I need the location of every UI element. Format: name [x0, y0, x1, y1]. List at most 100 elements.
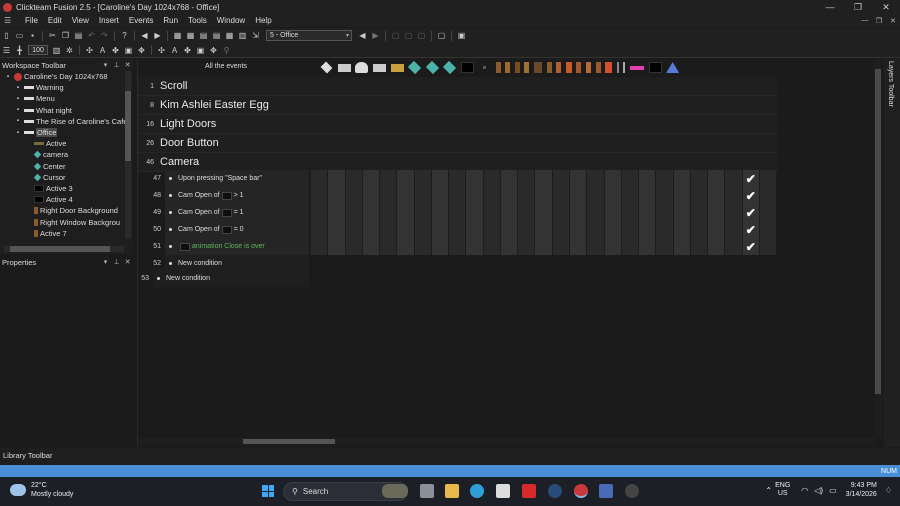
- battery-icon[interactable]: ▭: [829, 486, 837, 495]
- action-cell[interactable]: [465, 187, 483, 204]
- properties-pin-icon[interactable]: ⊥: [111, 258, 122, 266]
- action-cell[interactable]: [482, 221, 500, 238]
- action-cell[interactable]: [361, 187, 380, 204]
- pink-bar-object-icon[interactable]: [629, 65, 644, 70]
- menu-item-edit[interactable]: Edit: [43, 16, 67, 25]
- door-object-icon-6[interactable]: [556, 62, 562, 73]
- search-highlight-icon[interactable]: [382, 484, 408, 498]
- action-checkmark-icon[interactable]: ✔: [741, 170, 759, 187]
- action-cell[interactable]: [327, 170, 345, 187]
- action-cell[interactable]: [482, 170, 500, 187]
- hamburger-icon[interactable]: ☰: [4, 16, 14, 25]
- action-cell[interactable]: [430, 221, 449, 238]
- frame-dropdown[interactable]: 5 - Office ▾: [266, 30, 352, 41]
- storyboard-controls-icon[interactable]: ▥: [238, 31, 248, 41]
- action-cell[interactable]: [448, 238, 466, 255]
- expand-icon[interactable]: ▪: [14, 95, 22, 102]
- doc-restore-button[interactable]: ❐: [872, 17, 886, 25]
- run-icon[interactable]: ⇲: [251, 31, 261, 41]
- action-cell[interactable]: [758, 221, 777, 238]
- action-cell[interactable]: [327, 204, 345, 221]
- action-cell[interactable]: [586, 204, 604, 221]
- tree-item[interactable]: Active 3: [0, 183, 133, 194]
- event-line[interactable]: 51 animation Close is over ✔: [138, 238, 777, 255]
- action-cell[interactable]: [655, 238, 673, 255]
- action-cell[interactable]: [517, 221, 535, 238]
- file-explorer-icon[interactable]: [445, 484, 459, 498]
- cut-icon[interactable]: ✂: [48, 31, 58, 41]
- clickteam-taskbar-icon[interactable]: [574, 484, 588, 498]
- save-icon[interactable]: ▪: [28, 31, 38, 41]
- keyboard-icon[interactable]: [337, 63, 351, 72]
- tree-item[interactable]: ▪ What night: [0, 105, 133, 116]
- maximize-button[interactable]: ❐: [844, 2, 872, 13]
- door-object-icon-7[interactable]: [576, 62, 582, 73]
- tree-item[interactable]: ▪ Menu: [0, 93, 133, 104]
- action-cell[interactable]: [361, 238, 380, 255]
- action-cell[interactable]: [724, 187, 742, 204]
- action-cell[interactable]: [551, 238, 569, 255]
- action-cell[interactable]: [551, 204, 569, 221]
- expand-icon[interactable]: ▪: [14, 107, 22, 114]
- camera-object-icon[interactable]: [408, 60, 422, 75]
- task-view-icon[interactable]: [420, 484, 434, 498]
- action-cell[interactable]: [413, 221, 431, 238]
- action-cell[interactable]: [379, 204, 397, 221]
- undo-icon[interactable]: ↶: [87, 31, 97, 41]
- events-tool-icon[interactable]: ▣: [124, 45, 134, 55]
- pin-icon[interactable]: ⊥: [111, 61, 122, 69]
- new-file-icon[interactable]: ▯: [2, 31, 12, 41]
- tree-item[interactable]: ▪ Office: [0, 127, 133, 138]
- door-object-icon[interactable]: [495, 62, 501, 73]
- action-cell[interactable]: [672, 187, 690, 204]
- panel-close-icon[interactable]: ✕: [122, 61, 133, 69]
- action-cell[interactable]: [344, 187, 362, 204]
- action-cell[interactable]: [689, 170, 708, 187]
- small-object-icon[interactable]: [483, 66, 487, 69]
- action-cell[interactable]: [758, 170, 777, 187]
- action-cell[interactable]: [620, 221, 639, 238]
- action-cell[interactable]: [413, 238, 431, 255]
- grid-snap-icon[interactable]: ▢: [391, 31, 401, 41]
- condition-cell[interactable]: Cam Open of = 1: [165, 204, 309, 221]
- back-icon[interactable]: ◀: [140, 31, 150, 41]
- action-cell[interactable]: [379, 238, 397, 255]
- cursor-object-icon[interactable]: [443, 60, 457, 75]
- tree-item[interactable]: ▪ Warning: [0, 82, 133, 93]
- action-cell[interactable]: [344, 204, 362, 221]
- action-cell[interactable]: [758, 238, 777, 255]
- action-cell[interactable]: [586, 170, 604, 187]
- action-cell[interactable]: [327, 238, 345, 255]
- layout-icon[interactable]: ▥: [52, 45, 62, 55]
- action-cell[interactable]: [672, 238, 690, 255]
- action-cell[interactable]: [707, 238, 725, 255]
- forward-icon[interactable]: ▶: [153, 31, 163, 41]
- action-cell[interactable]: [396, 187, 414, 204]
- door-object-icon-3[interactable]: [514, 62, 520, 73]
- action-cell[interactable]: [499, 170, 518, 187]
- action-cell[interactable]: [534, 187, 552, 204]
- action-cell[interactable]: [534, 238, 552, 255]
- action-cell[interactable]: [396, 170, 414, 187]
- event-editor-icon[interactable]: ▤: [199, 31, 209, 41]
- action-cell[interactable]: [724, 204, 742, 221]
- event-line[interactable]: 50 Cam Open of = 0 ✔: [138, 221, 777, 238]
- volume-icon[interactable]: ◁): [814, 486, 823, 495]
- close-button[interactable]: ✕: [872, 2, 900, 13]
- redo-icon[interactable]: ↷: [100, 31, 110, 41]
- action-cell[interactable]: [655, 170, 673, 187]
- find-text-icon[interactable]: A: [170, 45, 180, 55]
- edge-browser-icon[interactable]: [470, 484, 484, 498]
- windows-start-icon[interactable]: [262, 485, 274, 497]
- magnifier-icon[interactable]: ⚲: [222, 45, 232, 55]
- action-cell[interactable]: [568, 238, 587, 255]
- door-object-icon-9[interactable]: [595, 62, 601, 73]
- action-cell[interactable]: [655, 204, 673, 221]
- tree-item[interactable]: ▪ The Rise of Caroline's Cafe: [0, 116, 133, 127]
- action-cell[interactable]: [327, 221, 345, 238]
- center-object-icon[interactable]: [425, 60, 439, 75]
- properties-options-icon[interactable]: ▾: [100, 258, 111, 266]
- action-cell[interactable]: [465, 170, 483, 187]
- clock[interactable]: 9:43 PM 3/14/2026: [846, 481, 877, 499]
- show-grid-icon[interactable]: ▢: [404, 31, 414, 41]
